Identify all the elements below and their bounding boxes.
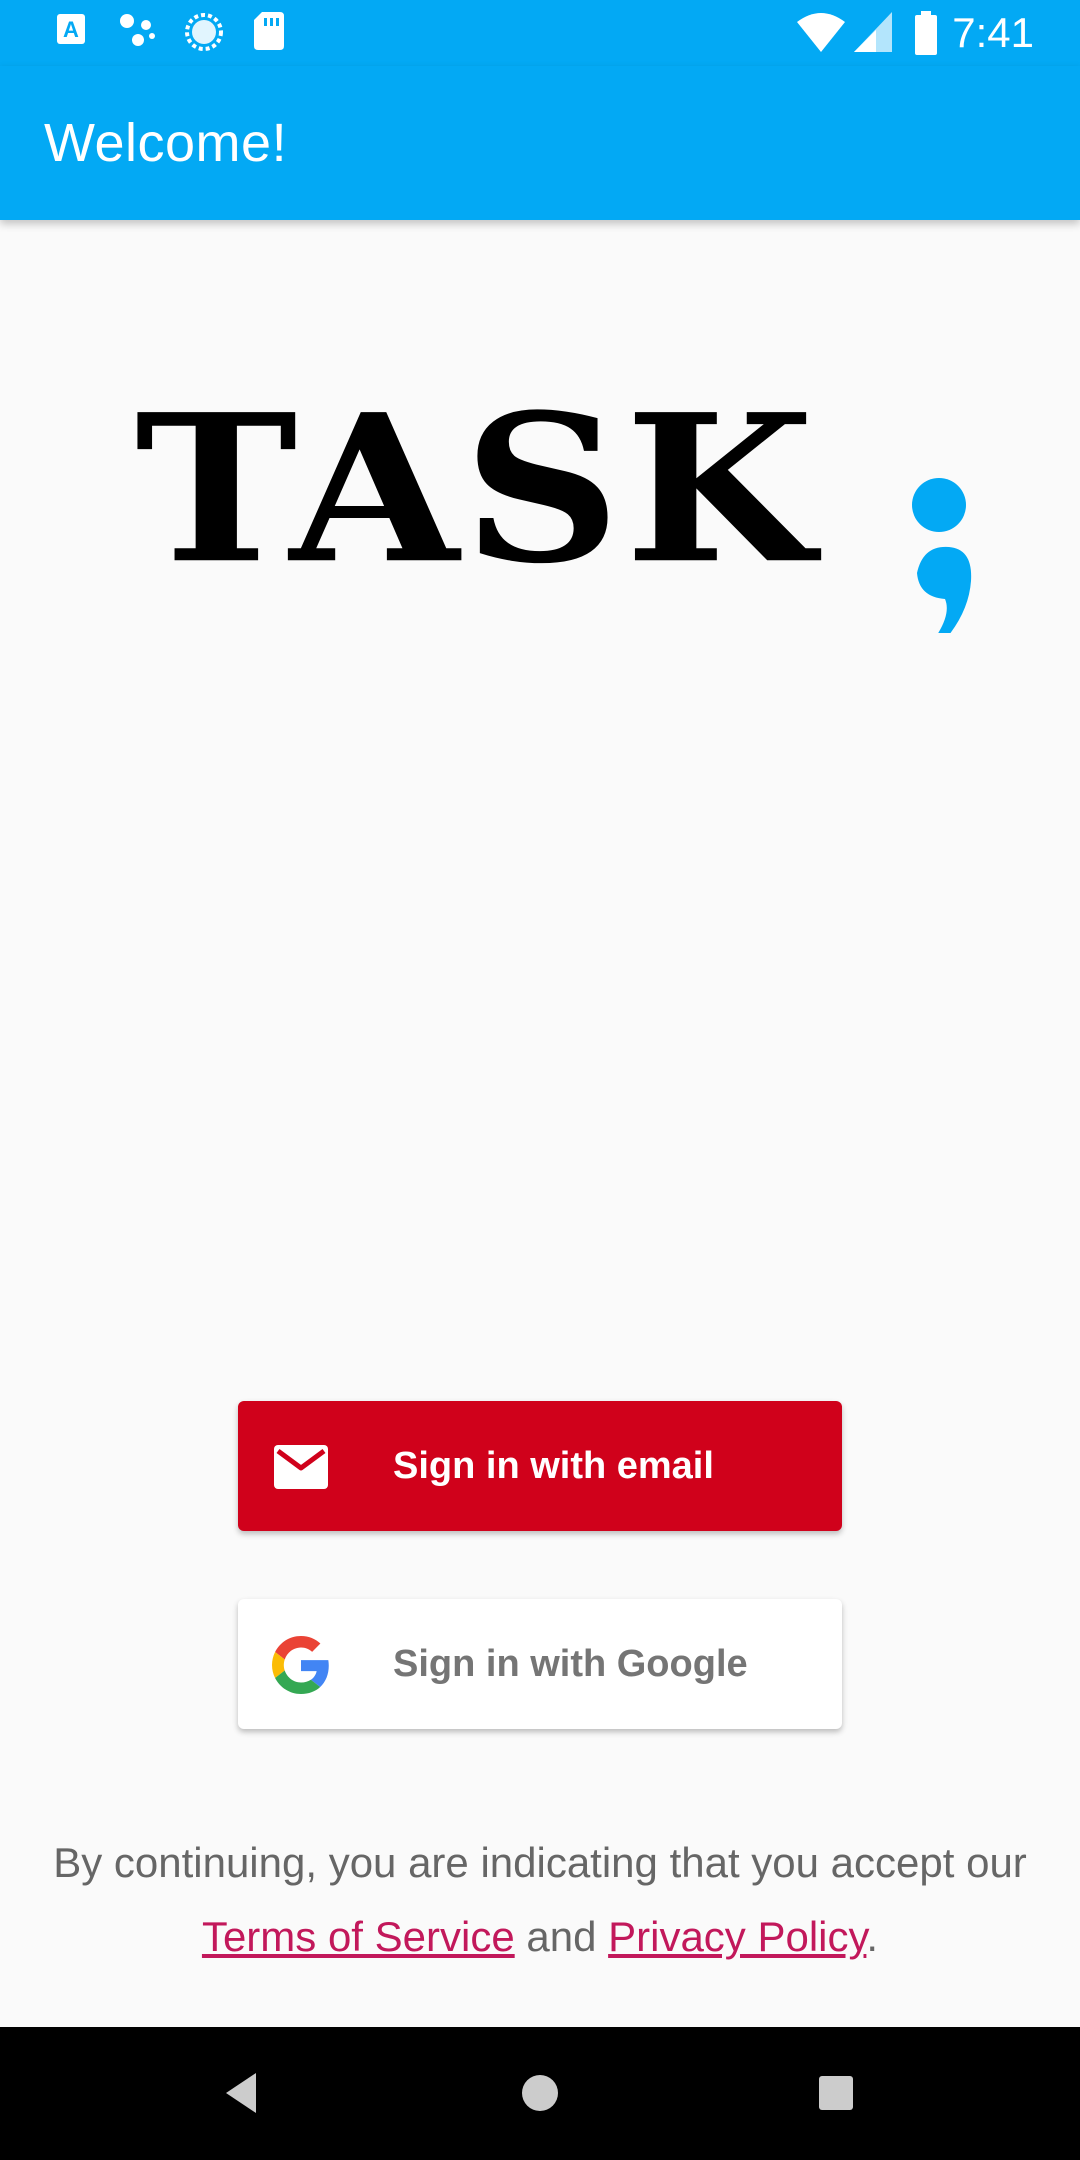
legal-suffix: . — [866, 1913, 879, 1960]
page-title: Welcome! — [44, 113, 288, 173]
svg-text:A: A — [63, 17, 79, 42]
legal-links-line: Terms of Service and Privacy Policy. — [0, 1900, 1080, 1974]
mail-icon — [274, 1445, 328, 1489]
recents-icon[interactable] — [800, 2057, 872, 2129]
home-icon[interactable] — [504, 2057, 576, 2129]
google-icon — [272, 1636, 329, 1694]
keyboard-a-icon: A — [57, 14, 85, 44]
task-logo: TASK — [135, 370, 975, 635]
sign-in-google-button[interactable]: Sign in with Google — [238, 1599, 842, 1729]
battery-icon — [915, 11, 937, 55]
back-icon[interactable] — [206, 2057, 278, 2129]
terms-of-service-link[interactable]: Terms of Service — [202, 1913, 515, 1960]
legal-notice: By continuing, you are indicating that y… — [0, 1826, 1080, 1974]
wifi-icon — [797, 13, 845, 52]
app-bar: Welcome! — [0, 66, 1080, 220]
sign-in-email-label: Sign in with email — [393, 1445, 714, 1487]
privacy-policy-link[interactable]: Privacy Policy — [608, 1913, 866, 1960]
logo-semicolon — [912, 478, 972, 633]
legal-connector: and — [526, 1913, 597, 1960]
sign-in-email-button[interactable]: Sign in with email — [238, 1401, 842, 1531]
assistant-dots-icon — [120, 14, 155, 46]
logo-text: TASK — [135, 370, 819, 609]
cell-signal-icon — [854, 12, 892, 52]
clock: 7:41 — [952, 9, 1034, 56]
sync-icon — [185, 13, 223, 51]
legal-prefix: By continuing, you are indicating that y… — [53, 1839, 1027, 1886]
sign-in-google-label: Sign in with Google — [393, 1643, 748, 1685]
status-bar: A 7:41 — [0, 0, 1080, 66]
system-nav-bar — [0, 2027, 1080, 2160]
sd-card-icon — [254, 12, 284, 50]
